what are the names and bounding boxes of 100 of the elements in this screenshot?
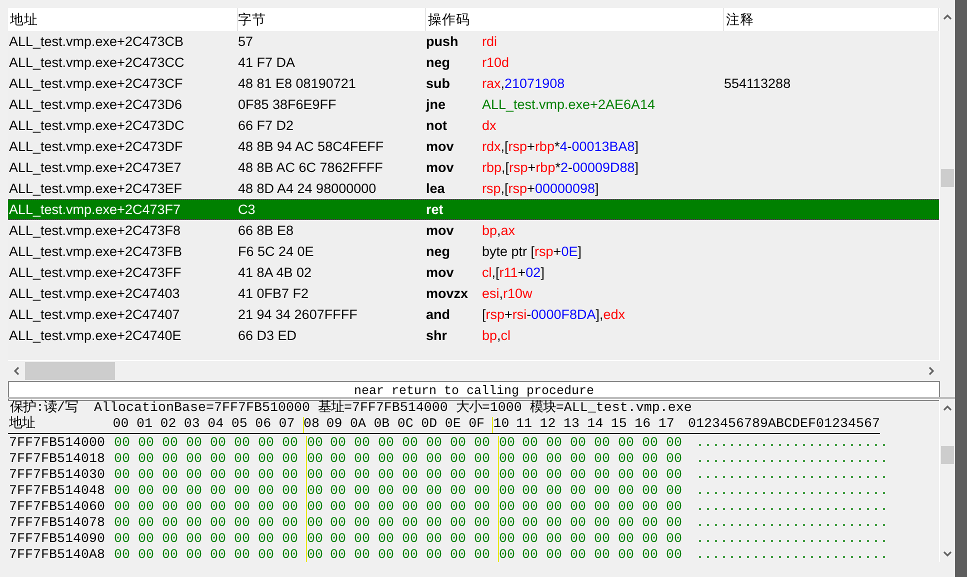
byte-cell-text: 00 (354, 548, 371, 562)
byte-cell: 00 (306, 436, 330, 452)
offset-header: 05 (231, 417, 248, 433)
offset-header: 06 (255, 417, 272, 433)
scroll-thumb[interactable] (941, 169, 954, 187)
vertical-scrollbar[interactable] (939, 399, 955, 562)
byte-cell-text: 00 (426, 532, 443, 548)
offset-header: 0C (397, 417, 414, 433)
scroll-thumb[interactable] (25, 362, 115, 380)
byte-cell-text: 00 (450, 548, 467, 562)
byte-cell-text: 00 (282, 468, 299, 484)
instruction-row[interactable]: ALL_test.vmp.exe+2C4740E 66 D3 ED shr bp,cl (8, 325, 939, 346)
byte-cell-text: 00 (450, 468, 467, 484)
address-cell-text: 7FF7FB5140A8 (8, 548, 106, 562)
byte-cell-text: 00 (546, 436, 563, 452)
byte-cell-text: 00 (402, 452, 419, 468)
bytes-cell-text: C3 (238, 202, 256, 217)
instruction-row[interactable]: ALL_test.vmp.exe+2C473E7 48 8B AC 6C 7862FFFF mov rbp,[rsp+rbp*2-00009D88] (8, 157, 939, 178)
byte-cell-text: 00 (162, 436, 179, 452)
byte-cell: 00 (498, 516, 522, 532)
byte-cell-text: 00 (186, 500, 203, 516)
byte-cell: 00 (498, 484, 522, 500)
byte-cell-text: 00 (138, 500, 155, 516)
byte-cell-text: 00 (138, 548, 155, 562)
byte-cell-text: 00 (258, 532, 275, 548)
instruction-row[interactable]: ALL_test.vmp.exe+2C47403 41 0FB7 F2 movzx esi,r10w (8, 283, 939, 304)
instruction-row[interactable]: ALL_test.vmp.exe+2C473CB 57 push rdi (8, 31, 939, 52)
bytes-cell-text: 48 81 E8 08190721 (238, 76, 357, 91)
instruction-row[interactable]: ALL_test.vmp.exe+2C473EF 48 8D A4 24 98000000 lea rsp,[rsp+00000098] (8, 178, 939, 199)
bytes-cell-text: 48 8B AC 6C 7862FFFF (238, 160, 384, 175)
byte-cell-text: 00 (234, 532, 251, 548)
ascii-cell-text: ........................ (695, 468, 888, 484)
byte-cell-text: 00 (426, 548, 443, 562)
address-cell-text: ALL_test.vmp.exe+2C473FF (8, 265, 182, 280)
instruction-row[interactable]: ALL_test.vmp.exe+2C47407 21 94 34 2607FFFF and [rsp+rsi-0000F8DA],edx (8, 304, 939, 325)
instruction-row[interactable]: ALL_test.vmp.exe+2C473DF 48 8B 94 AC 58C4FEFF mov rdx,[rsp+rbp*4-00013BA8] (8, 136, 939, 157)
byte-cell-text: 00 (570, 468, 587, 484)
byte-cell: 00 (306, 516, 330, 532)
byte-cell-text: 00 (594, 484, 611, 500)
address-cell-text: ALL_test.vmp.exe+2C47407 (8, 307, 181, 322)
offset-header: 07 (278, 417, 296, 433)
byte-cell-text: 00 (546, 484, 563, 500)
offset-header: 03 (184, 417, 201, 433)
column-header[interactable]: 字节 (238, 8, 426, 31)
byte-cell-text: 00 (258, 500, 275, 516)
byte-cell-text: 00 (594, 532, 611, 548)
instruction-row[interactable]: ALL_test.vmp.exe+2C473D6 0F85 38F6E9FF jne ALL_test.vmp.exe+2AE6A14 (8, 94, 939, 115)
column-header[interactable]: 操作码 (426, 8, 724, 31)
instruction-row[interactable]: ALL_test.vmp.exe+2C473FF 41 8A 4B 02 mov cl,[r11+02] (8, 262, 939, 283)
offset-header: 02 (160, 417, 178, 433)
byte-cell-text: 00 (618, 516, 635, 532)
offset-header: 0E (444, 417, 462, 433)
byte-cell-text: 00 (354, 532, 371, 548)
operand-cell-text: esi,r10w (482, 286, 534, 301)
offset-header: 11 (516, 417, 534, 433)
bytes-cell-text: 41 8A 4B 02 (238, 265, 313, 280)
byte-cell-text: 00 (522, 468, 539, 484)
address-cell-text: ALL_test.vmp.exe+2C473DC (8, 118, 186, 133)
opcode-cell-text: and (426, 307, 452, 322)
byte-cell-text: 00 (282, 500, 299, 516)
instruction-row[interactable]: ALL_test.vmp.exe+2C473DC 66 F7 D2 not dx (8, 115, 939, 136)
byte-cell-text: 00 (186, 516, 203, 532)
byte-cell-text: 00 (402, 484, 419, 500)
instruction-row[interactable]: ALL_test.vmp.exe+2C473CC 41 F7 DA neg r10d (8, 52, 939, 73)
instruction-row[interactable]: ALL_test.vmp.exe+2C473F8 66 8B E8 mov bp,ax (8, 220, 939, 241)
byte-cell: 00 (306, 484, 330, 500)
byte-cell-text: 00 (522, 532, 539, 548)
instruction-row[interactable]: ALL_test.vmp.exe+2C473FB F6 5C 24 0E neg byte ptr [rsp+0E] (8, 241, 939, 262)
byte-cell-text: 00 (618, 500, 635, 516)
offset-header: 14 (587, 417, 604, 433)
address-header: 地址 (8, 417, 36, 433)
byte-cell-text: 00 (210, 452, 227, 468)
byte-cell-text: 00 (138, 484, 155, 500)
byte-cell-text: 00 (474, 516, 491, 532)
offset-header: 00 (112, 417, 130, 433)
byte-cell-text: 00 (162, 516, 179, 532)
byte-cell-text: 00 (282, 548, 299, 562)
byte-cell-text: 00 (546, 468, 563, 484)
opcode-cell-text: not (426, 118, 448, 133)
ascii-cell-text: ........................ (695, 548, 888, 562)
byte-cell-text: 00 (402, 500, 419, 516)
opcode-cell-text: mov (426, 223, 455, 238)
byte-cell-text: 00 (210, 516, 227, 532)
address-cell-text: 7FF7FB514048 (8, 484, 106, 500)
opcode-cell-text: ret (426, 202, 444, 217)
column-header[interactable]: 地址 (8, 8, 238, 31)
byte-cell-text: 00 (570, 452, 587, 468)
offset-header: 01 (136, 417, 154, 433)
opcode-cell-text: neg (426, 55, 452, 70)
byte-cell-text: 00 (666, 468, 683, 484)
byte-cell-text: 00 (546, 548, 563, 562)
scroll-thumb[interactable] (941, 446, 954, 464)
instruction-row[interactable]: ALL_test.vmp.exe+2C473F7 C3 ret (8, 199, 939, 220)
byte-cell-text: 00 (354, 484, 371, 500)
ascii-cell-text: ........................ (695, 484, 888, 500)
byte-cell-text: 00 (162, 452, 179, 468)
byte-cell-text: 00 (330, 532, 347, 548)
byte-cell-text: 00 (570, 436, 587, 452)
byte-cell: 00 (306, 548, 330, 562)
instruction-row[interactable]: ALL_test.vmp.exe+2C473CF 48 81 E8 08190721 sub rax,21071908 554113288 (8, 73, 939, 94)
